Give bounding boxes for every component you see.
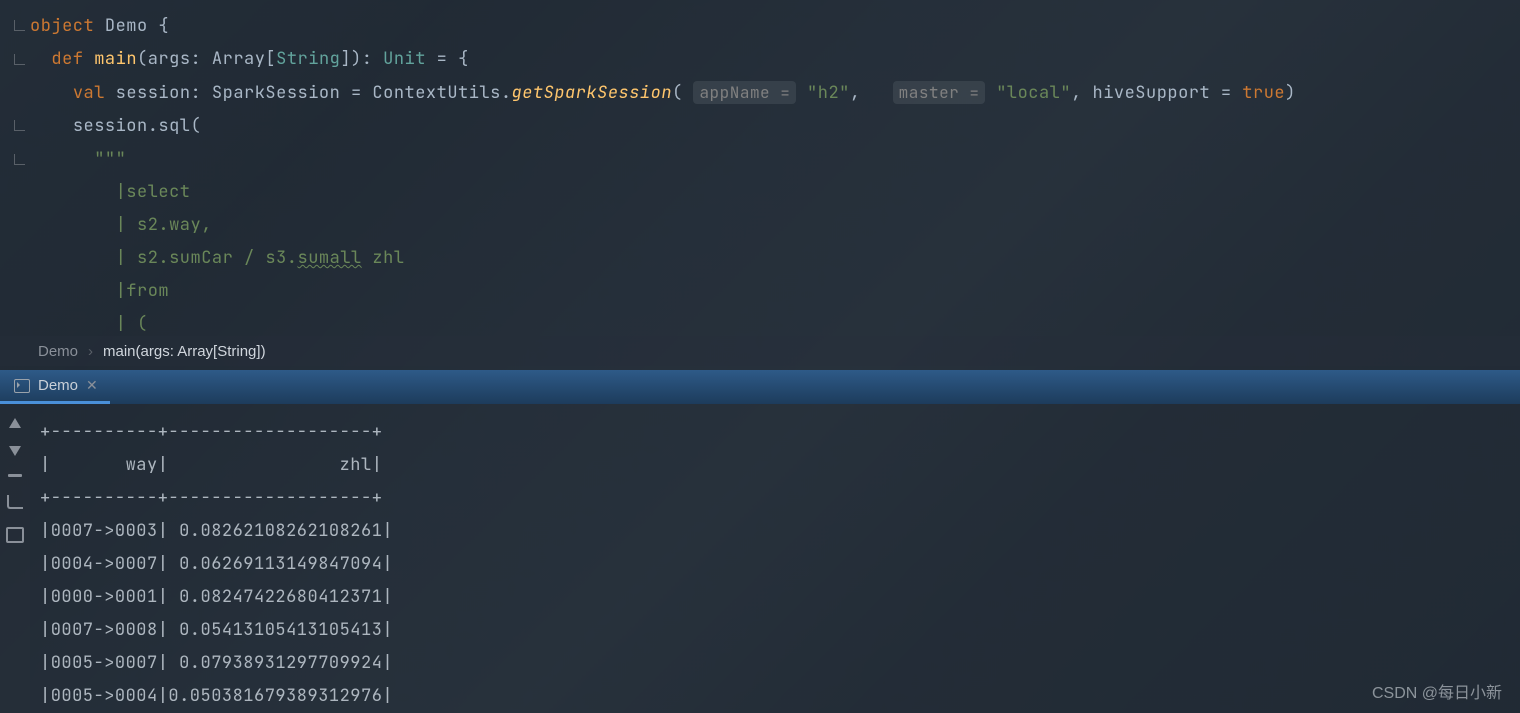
print-icon[interactable]: [6, 527, 24, 543]
param-hint-appName: appName =: [693, 81, 796, 104]
keyword-def: def: [51, 48, 83, 70]
code-content[interactable]: object Demo { def main(args: Array[Strin…: [30, 10, 1296, 341]
console-line: +----------+-------------------+: [40, 487, 382, 509]
param-hint-master: master =: [893, 81, 986, 104]
run-tab-label: Demo: [38, 377, 78, 394]
fold-marker-icon[interactable]: [14, 20, 25, 31]
console-line: |0005->0007| 0.07938931297709924|: [40, 652, 393, 674]
type-string: String: [276, 48, 340, 70]
fold-marker-icon[interactable]: [14, 154, 25, 165]
console-line: +----------+-------------------+: [40, 421, 382, 443]
console-output[interactable]: +----------+-------------------+ | way| …: [30, 404, 393, 713]
run-toolwindow: +----------+-------------------+ | way| …: [0, 404, 1520, 713]
fn-main: main: [94, 48, 137, 70]
call-sql: session.sql(: [73, 115, 201, 137]
console-line: |0000->0001| 0.08247422680412371|: [40, 586, 393, 608]
sql-warn-token: sumall: [298, 247, 362, 269]
keyword-object: object: [30, 15, 94, 37]
breadcrumb-item-current[interactable]: main(args: Array[String]): [103, 343, 266, 360]
triple-quote: """: [94, 148, 126, 170]
console-line: |0007->0003| 0.08262108262108261|: [40, 520, 393, 542]
soft-wrap-icon[interactable]: [8, 474, 22, 477]
type-unit: Unit: [383, 48, 426, 70]
gutter: [0, 0, 22, 335]
sql-line: |from: [116, 280, 170, 302]
arg-hive: , hiveSupport =: [1071, 82, 1242, 104]
fold-marker-icon[interactable]: [14, 54, 25, 65]
sql-line: | s2.way,: [116, 214, 212, 236]
params: (args: Array[: [137, 48, 276, 70]
watermark: CSDN @每日小新: [1372, 679, 1502, 703]
params-close: ]):: [340, 48, 383, 70]
run-tab-demo[interactable]: Demo ✕: [0, 370, 110, 404]
breadcrumb-item[interactable]: Demo: [38, 343, 78, 360]
console-line: | way| zhl|: [40, 454, 382, 476]
string-literal: "local": [996, 82, 1071, 104]
eq-brace: = {: [426, 48, 469, 70]
comma: ,: [850, 82, 861, 104]
console-line: |0004->0007| 0.06269113149847094|: [40, 553, 393, 575]
sql-line: zhl: [362, 247, 405, 269]
paren-close: ): [1285, 82, 1296, 104]
breadcrumb: Demo › main(args: Array[String]): [0, 336, 1520, 366]
run-toolwindow-tabs: Demo ✕: [0, 370, 1520, 404]
fn-getSparkSession: getSparkSession: [512, 82, 673, 104]
arrow-down-icon[interactable]: [9, 446, 21, 456]
paren: (: [672, 82, 683, 104]
close-icon[interactable]: ✕: [86, 377, 98, 394]
code-editor[interactable]: object Demo { def main(args: Array[Strin…: [0, 0, 1520, 335]
scroll-to-end-icon[interactable]: [7, 495, 23, 509]
string-literal: "h2": [807, 82, 850, 104]
terminal-icon: [14, 379, 30, 393]
literal-true: true: [1242, 82, 1285, 104]
val-decl: session: SparkSession = ContextUtils.: [105, 82, 512, 104]
sql-line: | s2.sumCar / s3.: [116, 247, 298, 269]
brace: {: [158, 15, 169, 37]
console-line: |0007->0008| 0.05413105413105413|: [40, 619, 393, 641]
arrow-up-icon[interactable]: [9, 418, 21, 428]
run-toolbar: [0, 404, 30, 713]
sql-line: |select: [116, 181, 191, 203]
class-name: Demo: [105, 15, 148, 37]
keyword-val: val: [73, 82, 105, 104]
console-line: |0005->0004|0.050381679389312976|: [40, 685, 393, 707]
fold-marker-icon[interactable]: [14, 120, 25, 131]
chevron-right-icon: ›: [88, 343, 93, 360]
sql-line: | (: [116, 313, 148, 335]
